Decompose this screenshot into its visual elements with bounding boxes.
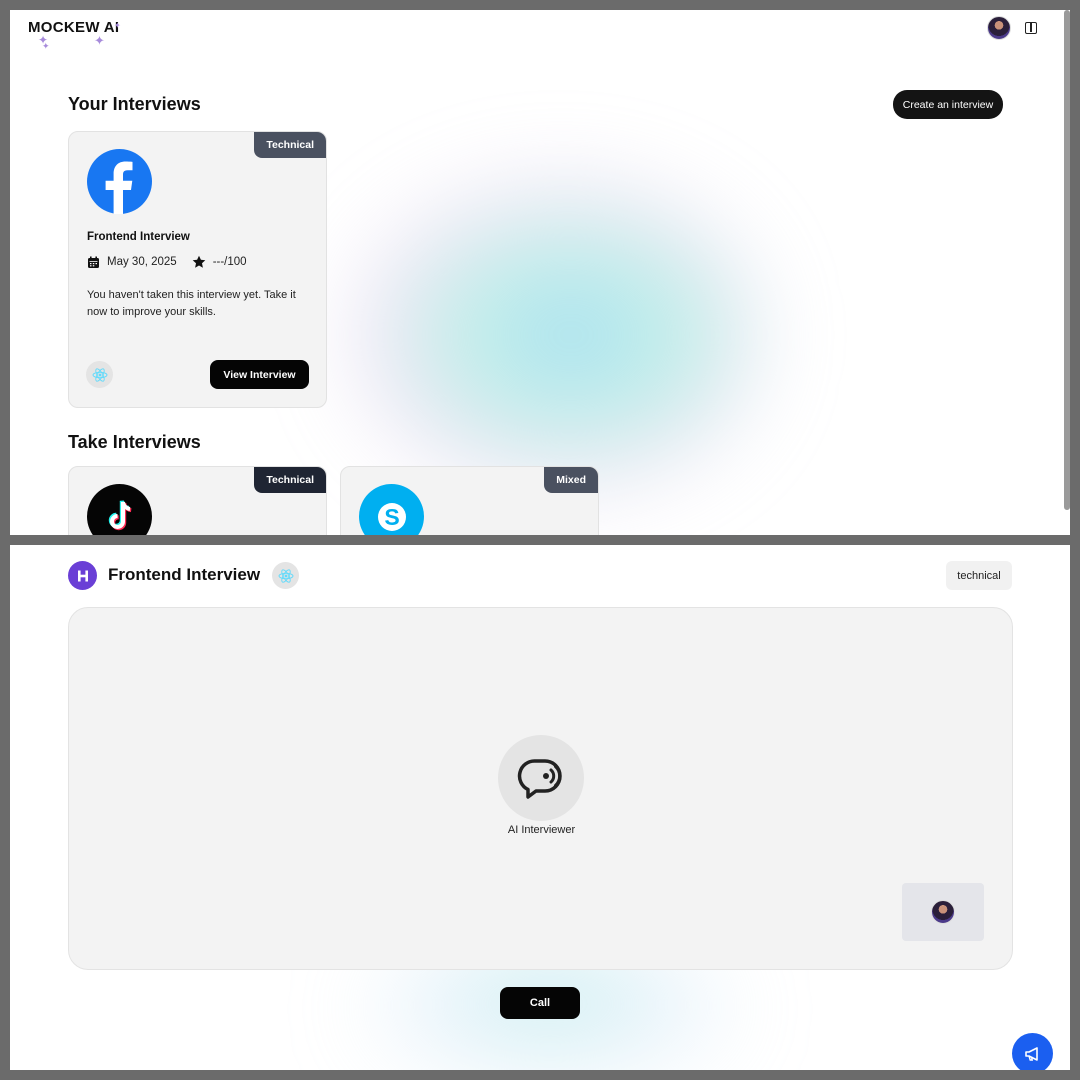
ai-interviewer-label: AI Interviewer bbox=[507, 824, 576, 836]
view-interview-button[interactable]: View Interview bbox=[210, 360, 309, 389]
interview-type-badge: Mixed bbox=[544, 467, 598, 493]
hirrd-logo-icon bbox=[68, 561, 97, 590]
interview-score: ---/100 bbox=[212, 256, 247, 268]
user-video-tile bbox=[902, 883, 984, 941]
background-glow bbox=[340, 170, 760, 500]
sparkle-icon: ✦ bbox=[42, 41, 50, 51]
interview-card[interactable]: Technical bbox=[68, 466, 327, 535]
interview-card[interactable]: Mixed S bbox=[340, 466, 599, 535]
react-icon bbox=[272, 562, 299, 589]
call-stage: AI Interviewer bbox=[68, 607, 1013, 970]
call-button[interactable]: Call bbox=[500, 987, 580, 1019]
take-interviews-heading: Take Interviews bbox=[68, 432, 201, 452]
megaphone-icon[interactable] bbox=[1012, 1033, 1053, 1070]
sidebar-toggle-icon[interactable] bbox=[1025, 22, 1037, 34]
create-interview-button[interactable]: Create an interview bbox=[893, 90, 1003, 119]
svg-text:S: S bbox=[384, 504, 399, 530]
react-icon bbox=[86, 361, 113, 388]
interview-session-view: Frontend Interview technical AI Intervie… bbox=[10, 545, 1070, 1070]
dashboard-view: MOCKEW AI ✦ ✦ ✦ ✦ Your Interviews Create… bbox=[10, 10, 1070, 535]
your-interviews-heading: Your Interviews bbox=[68, 94, 201, 114]
interview-type-badge: Technical bbox=[254, 132, 326, 158]
interview-type-badge: Technical bbox=[254, 467, 326, 493]
interview-date: May 30, 2025 bbox=[107, 256, 177, 268]
ai-interviewer-avatar bbox=[498, 735, 584, 821]
session-title: Frontend Interview bbox=[108, 565, 261, 584]
interview-meta: May 30, 2025 ---/100 bbox=[87, 255, 247, 269]
sparkle-icon: ✦ bbox=[94, 33, 105, 48]
tiktok-logo-icon bbox=[87, 484, 152, 535]
interview-title: Frontend Interview bbox=[87, 231, 190, 243]
interview-type-chip: technical bbox=[946, 561, 1012, 590]
interview-card: Technical Frontend Interview May 30, 202… bbox=[68, 131, 327, 408]
sparkle-icon: ✦ bbox=[114, 21, 121, 30]
user-avatar bbox=[931, 900, 955, 924]
chat-voice-icon bbox=[517, 759, 562, 799]
calendar-icon bbox=[87, 256, 100, 269]
interview-description: You haven't taken this interview yet. Ta… bbox=[87, 289, 296, 318]
facebook-logo-icon bbox=[87, 149, 152, 214]
skype-logo-icon: S bbox=[359, 484, 424, 535]
user-avatar[interactable] bbox=[987, 16, 1011, 40]
star-icon bbox=[192, 255, 206, 269]
scrollbar[interactable] bbox=[1064, 10, 1070, 510]
